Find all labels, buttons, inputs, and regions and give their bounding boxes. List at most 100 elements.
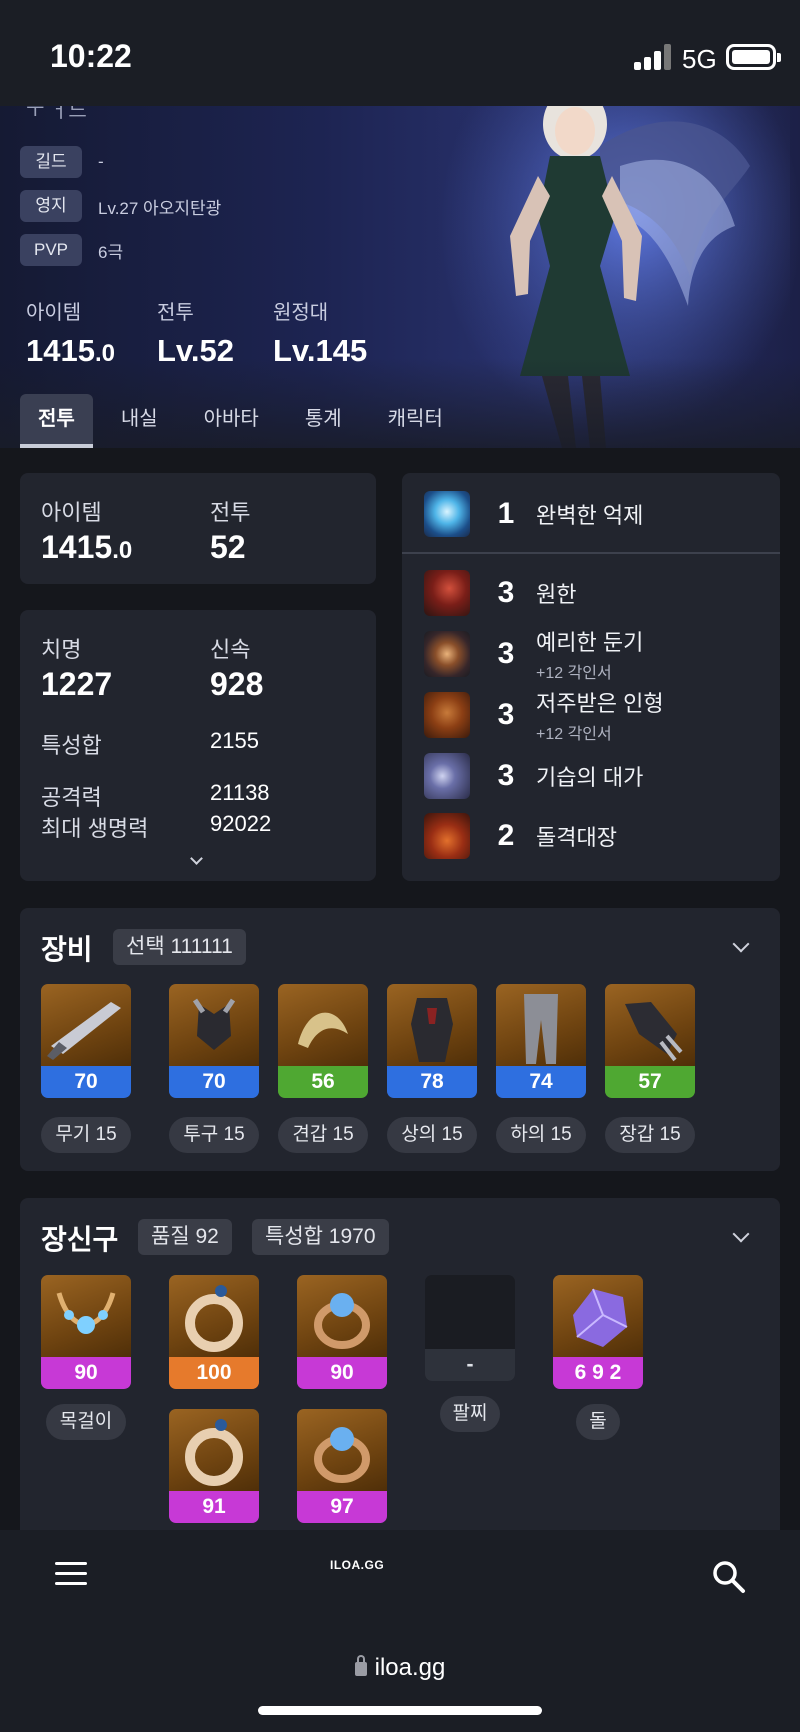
engraving-row[interactable]: 3 원한 bbox=[424, 568, 576, 618]
hero-item-level: 아이템 1415.0 bbox=[26, 296, 115, 369]
acc-necklace[interactable]: 90 bbox=[41, 1275, 131, 1389]
hp-label: 최대 생명력 bbox=[41, 816, 149, 841]
acc-ring-2[interactable]: 97 bbox=[297, 1409, 387, 1523]
engraving-level: 2 bbox=[497, 819, 515, 852]
attack-label: 공격력 bbox=[41, 785, 102, 810]
stat-value: Lv.145 bbox=[273, 333, 368, 368]
accessories-title: 장신구 bbox=[41, 1224, 119, 1255]
weapon-icon bbox=[41, 984, 131, 1068]
grudge-icon bbox=[424, 570, 470, 616]
url-field[interactable]: iloa.gg bbox=[0, 1654, 800, 1682]
equip-weapon[interactable]: 70 bbox=[41, 984, 131, 1098]
quality-value: 70 bbox=[169, 1066, 259, 1098]
tab-battle[interactable]: 전투 bbox=[20, 394, 93, 448]
quality-value: 100 bbox=[169, 1357, 259, 1389]
summary-battle-value: 52 bbox=[210, 529, 246, 565]
chevron-down-icon[interactable] bbox=[732, 1225, 750, 1243]
engraving-row[interactable]: 2 돌격대장 bbox=[424, 811, 617, 861]
stat-sum-value: 2155 bbox=[210, 728, 259, 753]
stat-label: 전투 bbox=[157, 302, 194, 324]
quality-value: 90 bbox=[41, 1357, 131, 1389]
tab-life[interactable]: 내실 bbox=[103, 394, 176, 448]
engraving-name: 완벽한 억제 bbox=[536, 503, 644, 528]
equip-helmet[interactable]: 70 bbox=[169, 984, 259, 1098]
equip-gloves[interactable]: 57 bbox=[605, 984, 695, 1098]
engraving-name: 돌격대장 bbox=[536, 825, 617, 850]
divider bbox=[402, 552, 780, 554]
acc-label: 팔찌 bbox=[440, 1396, 500, 1432]
site-logo[interactable]: ILOA.GG bbox=[330, 1558, 384, 1572]
search-icon[interactable] bbox=[712, 1560, 746, 1594]
tab-avatar[interactable]: 아바타 bbox=[186, 394, 277, 448]
equip-label: 하의 15 bbox=[496, 1117, 586, 1153]
pants-icon bbox=[496, 984, 586, 1068]
stat-sum-label: 특성합 bbox=[41, 733, 102, 758]
quality-value: 97 bbox=[297, 1491, 387, 1523]
keen-blunt-icon bbox=[424, 631, 470, 677]
equipment-title: 장비 bbox=[41, 934, 93, 965]
character-hero: ㅜ ㅓ느 길드 - 영지 Lv.27 아오지탄광 PVP 6극 아이템 1415… bbox=[0, 106, 800, 448]
network-label: 5G bbox=[682, 44, 717, 74]
quality-value: 6 9 2 bbox=[553, 1357, 643, 1389]
stone-icon bbox=[553, 1275, 643, 1359]
chevron-down-icon[interactable] bbox=[190, 852, 203, 865]
tab-stats[interactable]: 통계 bbox=[287, 394, 360, 448]
suppression-icon bbox=[424, 491, 470, 537]
url-text: iloa.gg bbox=[374, 1654, 446, 1681]
engraving-book: +12 각인서 bbox=[536, 665, 612, 682]
engraving-row[interactable]: 1 완벽한 억제 bbox=[424, 489, 643, 539]
equip-label: 장갑 15 bbox=[605, 1117, 695, 1153]
accessories-card: 장신구 품질 92 특성합 1970 90 100 90 - 6 9 2 목걸이… bbox=[20, 1198, 780, 1530]
engraving-row[interactable]: 3 예리한 둔기 +12 각인서 bbox=[424, 629, 643, 682]
raid-captain-icon bbox=[424, 813, 470, 859]
info-guild: 길드 - bbox=[20, 146, 104, 178]
accessory-sum-badge: 특성합 1970 bbox=[252, 1219, 389, 1255]
equip-shoulder[interactable]: 56 bbox=[278, 984, 368, 1098]
ambush-master-icon bbox=[424, 753, 470, 799]
chest-icon bbox=[387, 984, 477, 1068]
summary-item-label: 아이템 bbox=[41, 500, 102, 525]
chevron-down-icon[interactable] bbox=[732, 935, 750, 953]
home-indicator[interactable] bbox=[258, 1706, 542, 1715]
acc-ring-1[interactable]: 90 bbox=[297, 1275, 387, 1389]
battery-icon bbox=[726, 44, 781, 70]
quality-value: 70 bbox=[41, 1066, 131, 1098]
menu-icon[interactable] bbox=[55, 1562, 87, 1586]
stats-card[interactable]: 치명 1227 신속 928 특성합 2155 공격력 21138 최대 생명력… bbox=[20, 610, 376, 881]
equip-label: 무기 15 bbox=[41, 1117, 131, 1153]
acc-earring-1[interactable]: 100 bbox=[169, 1275, 259, 1389]
crit-label: 치명 bbox=[41, 637, 82, 662]
crit-value: 1227 bbox=[41, 666, 113, 702]
earring-icon bbox=[169, 1275, 259, 1359]
swift-label: 신속 bbox=[210, 637, 251, 662]
equip-pants[interactable]: 74 bbox=[496, 984, 586, 1098]
engraving-row[interactable]: 3 기습의 대가 bbox=[424, 751, 643, 801]
earring-icon bbox=[169, 1409, 259, 1493]
equip-label: 견갑 15 bbox=[278, 1117, 368, 1153]
browser-bar: iloa.gg bbox=[0, 1622, 800, 1732]
hp-value: 92022 bbox=[210, 811, 272, 836]
quality-value: 57 bbox=[605, 1066, 695, 1098]
stat-label: 아이템 bbox=[26, 302, 82, 324]
quality-value: 78 bbox=[387, 1066, 477, 1098]
status-bar: 10:22 5G bbox=[0, 0, 800, 106]
equip-chest[interactable]: 78 bbox=[387, 984, 477, 1098]
acc-stone[interactable]: 6 9 2 bbox=[553, 1275, 643, 1389]
tab-character[interactable]: 캐릭터 bbox=[370, 394, 461, 448]
summary-card: 아이템 1415.0 전투 52 bbox=[20, 473, 376, 584]
summary-item-value: 1415.0 bbox=[41, 529, 133, 565]
acc-bracelet[interactable]: - bbox=[425, 1275, 515, 1381]
engraving-name: 예리한 둔기 bbox=[536, 630, 644, 655]
acc-label: 돌 bbox=[576, 1404, 620, 1440]
info-tag: 길드 bbox=[20, 146, 82, 178]
necklace-icon bbox=[41, 1275, 131, 1359]
bottom-nav: ILOA.GG bbox=[0, 1530, 800, 1622]
engraving-row[interactable]: 3 저주받은 인형 +12 각인서 bbox=[424, 690, 664, 743]
engraving-level: 3 bbox=[497, 759, 515, 792]
cursed-doll-icon bbox=[424, 692, 470, 738]
engraving-book: +12 각인서 bbox=[536, 726, 612, 743]
engraving-level: 3 bbox=[497, 698, 515, 731]
engravings-card: 1 완벽한 억제 3 원한 3 예리한 둔기 +12 각인서 3 저주받은 인형… bbox=[402, 473, 780, 881]
info-estate: 영지 Lv.27 아오지탄광 bbox=[20, 190, 221, 222]
acc-earring-2[interactable]: 91 bbox=[169, 1409, 259, 1523]
